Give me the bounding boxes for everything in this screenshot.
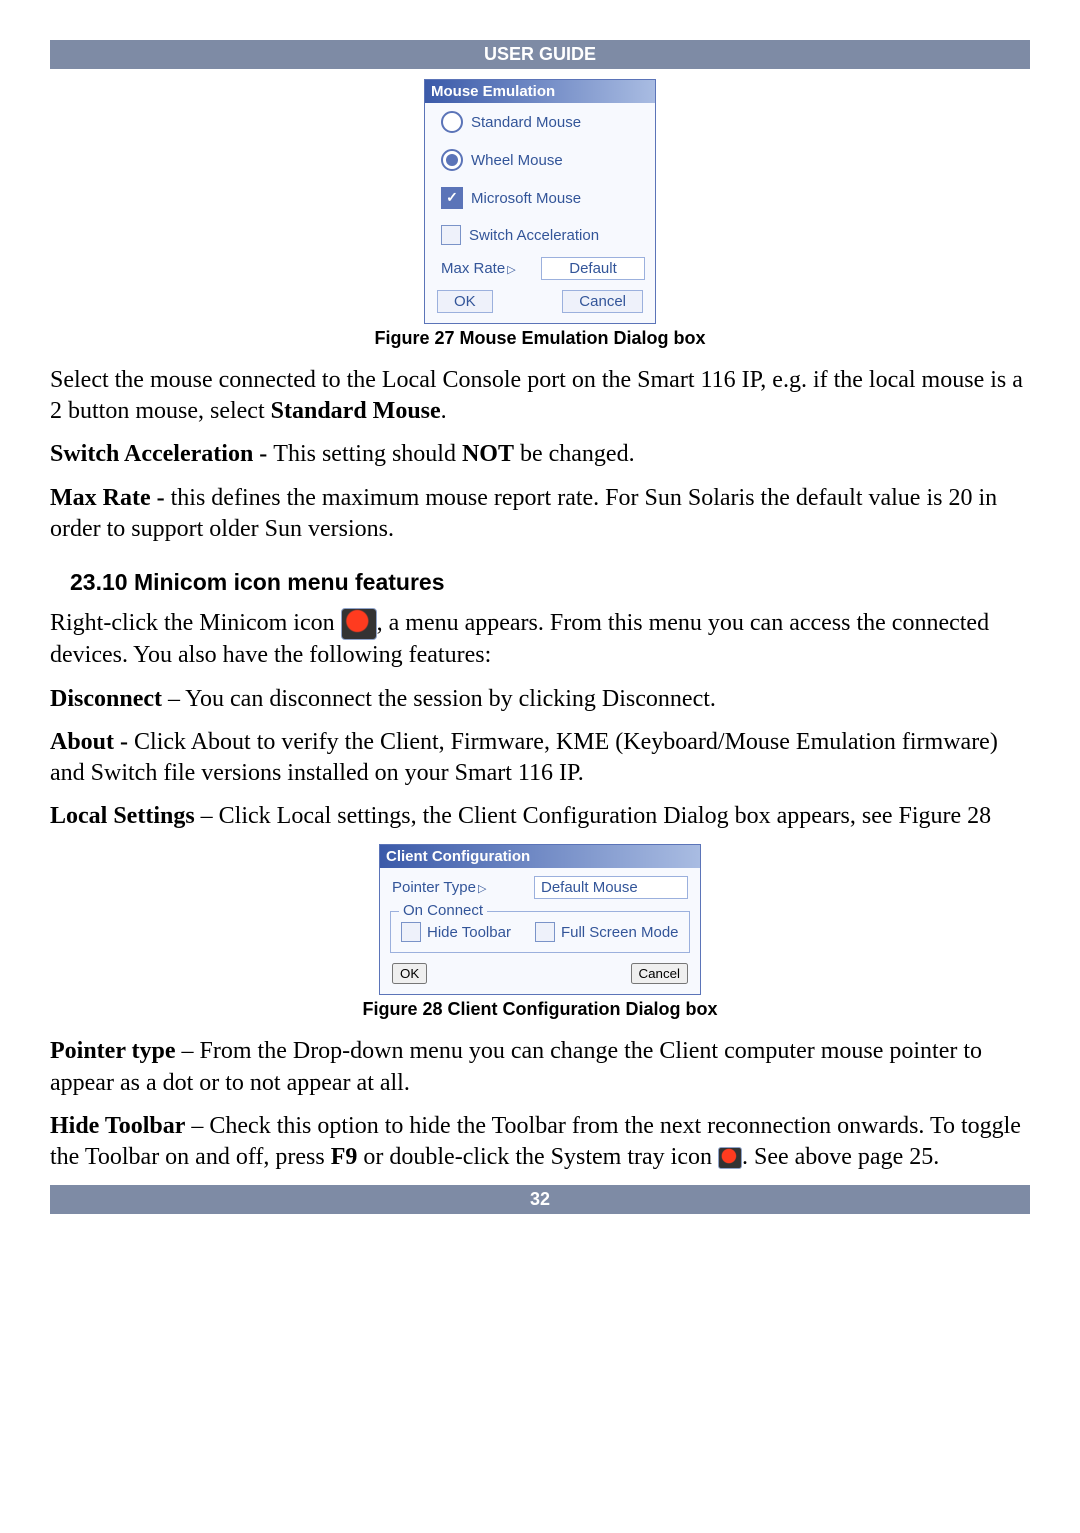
check-icon — [535, 922, 555, 942]
check-icon: ✓ — [441, 187, 463, 209]
checkbox-microsoft-mouse[interactable]: ✓ Microsoft Mouse — [425, 179, 655, 217]
max-rate-dropdown[interactable]: Default — [541, 257, 645, 280]
fieldset-legend: On Connect — [399, 902, 487, 919]
section-heading: 23.10 Minicom icon menu features — [70, 569, 1030, 596]
minicom-tray-icon — [341, 608, 377, 640]
paragraph: Pointer type – From the Drop-down menu y… — [50, 1036, 1030, 1098]
ok-button[interactable]: OK — [437, 290, 493, 313]
radio-standard-mouse[interactable]: Standard Mouse — [425, 103, 655, 141]
radio-icon — [441, 149, 463, 171]
ok-button[interactable]: OK — [392, 963, 427, 984]
check-icon — [441, 225, 461, 245]
paragraph: Right-click the Minicom icon , a menu ap… — [50, 608, 1030, 672]
pointer-type-label: Pointer Type▷ — [392, 879, 486, 896]
client-configuration-dialog: Client Configuration Pointer Type▷ Defau… — [379, 844, 701, 995]
option-label: Wheel Mouse — [471, 152, 563, 169]
cancel-button[interactable]: Cancel — [631, 963, 689, 984]
dialog-title: Mouse Emulation — [425, 80, 655, 103]
paragraph: Local Settings – Click Local settings, t… — [50, 801, 1030, 832]
radio-icon — [441, 111, 463, 133]
option-label: Switch Acceleration — [469, 227, 599, 244]
paragraph: Disconnect – You can disconnect the sess… — [50, 684, 1030, 715]
paragraph: Select the mouse connected to the Local … — [50, 365, 1030, 427]
paragraph: Switch Acceleration - This setting shoul… — [50, 439, 1030, 470]
on-connect-fieldset: On Connect Hide Toolbar Full Screen Mode — [390, 911, 690, 953]
pointer-type-dropdown[interactable]: Default Mouse — [534, 876, 688, 899]
option-label: Hide Toolbar — [427, 924, 511, 941]
minicom-tray-icon — [718, 1147, 742, 1169]
max-rate-label: Max Rate▷ — [441, 260, 516, 277]
radio-wheel-mouse[interactable]: Wheel Mouse — [425, 141, 655, 179]
option-label: Full Screen Mode — [561, 924, 679, 941]
paragraph: Hide Toolbar – Check this option to hide… — [50, 1111, 1030, 1173]
check-icon — [401, 922, 421, 942]
page-header: USER GUIDE — [50, 40, 1030, 69]
dialog-title: Client Configuration — [380, 845, 700, 868]
mouse-emulation-dialog: Mouse Emulation Standard Mouse Wheel Mou… — [424, 79, 656, 324]
checkbox-full-screen-mode[interactable]: Full Screen Mode — [535, 922, 679, 942]
page-footer: 32 — [50, 1185, 1030, 1214]
checkbox-switch-acceleration[interactable]: Switch Acceleration — [425, 217, 655, 253]
option-label: Microsoft Mouse — [471, 190, 581, 207]
max-rate-row: Max Rate▷ Default — [425, 253, 655, 284]
option-label: Standard Mouse — [471, 114, 581, 131]
figure-caption: Figure 27 Mouse Emulation Dialog box — [50, 328, 1030, 349]
chevron-right-icon: ▷ — [478, 882, 486, 895]
checkbox-hide-toolbar[interactable]: Hide Toolbar — [401, 922, 511, 942]
figure-caption: Figure 28 Client Configuration Dialog bo… — [50, 999, 1030, 1020]
cancel-button[interactable]: Cancel — [562, 290, 643, 313]
paragraph: About - Click About to verify the Client… — [50, 727, 1030, 789]
chevron-right-icon: ▷ — [507, 263, 515, 276]
paragraph: Max Rate - this defines the maximum mous… — [50, 483, 1030, 545]
